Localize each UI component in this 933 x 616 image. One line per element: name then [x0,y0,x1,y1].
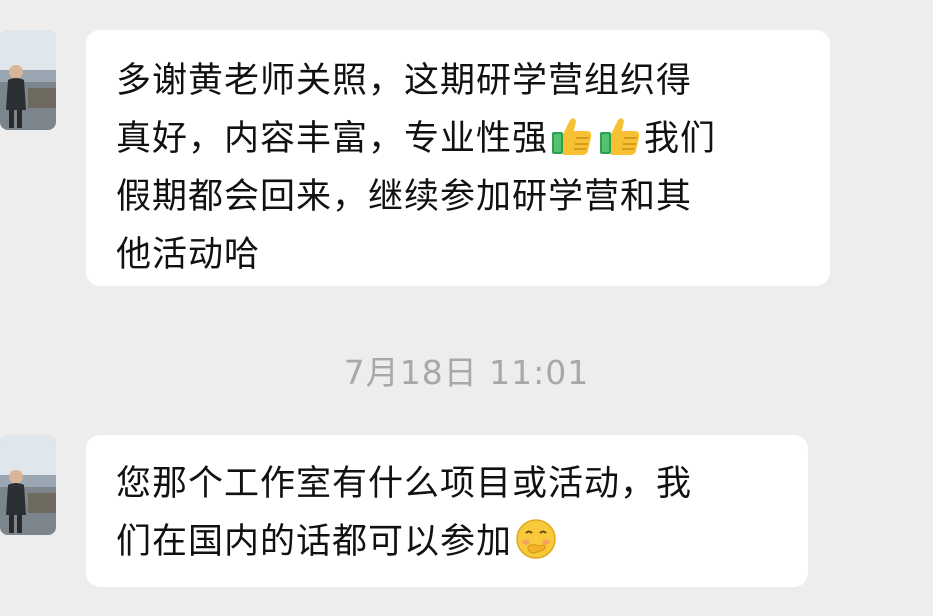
avatar-photo-icon [0,30,56,130]
message-bubble[interactable]: 多谢黄老师关照，这期研学营组织得 真好，内容丰富，专业性强 我们 假期都会回来，… [86,30,830,286]
message-text-line: 多谢黄老师关照，这期研学营组织得 [116,61,693,101]
message-bubble[interactable]: 您那个工作室有什么项目或活动，我 们在国内的话都可以参加 [86,435,808,587]
shy-face-icon [514,517,558,561]
message-text: 们在国内的话都可以参加 [116,522,513,562]
message-text: 真好，内容丰富，专业性强 [116,119,549,159]
message-text-line: 他活动哈 [116,235,261,275]
message-text-line: 们在国内的话都可以参加 [116,513,778,571]
message-text: 我们 [644,119,717,159]
thumbs-up-icon [598,114,642,158]
message-text-line: 真好，内容丰富，专业性强 我们 [116,110,800,168]
avatar[interactable] [0,30,56,130]
message-timestamp: 7月18日 11:01 [343,353,590,392]
message-text-line: 假期都会回来，继续参加研学营和其 [116,177,693,217]
avatar[interactable] [0,435,56,535]
thumbs-up-icon [550,114,594,158]
avatar-photo-icon [0,435,56,535]
message-text-line: 您那个工作室有什么项目或活动，我 [116,464,693,504]
chat-window: 多谢黄老师关照，这期研学营组织得 真好，内容丰富，专业性强 我们 假期都会回来，… [0,0,933,616]
